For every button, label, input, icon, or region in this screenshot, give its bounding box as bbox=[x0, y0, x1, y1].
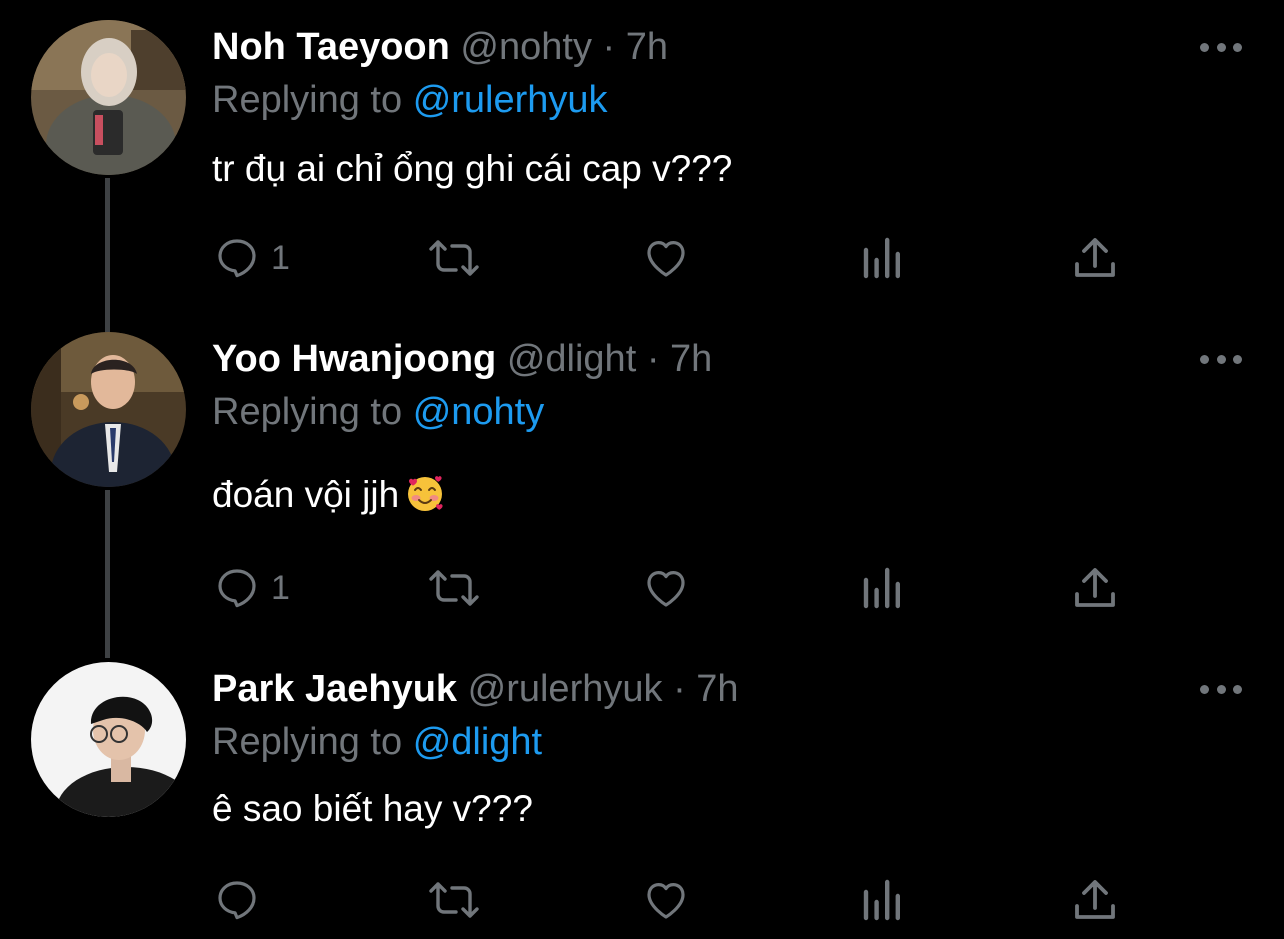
heart-icon bbox=[641, 564, 691, 612]
action-bar bbox=[0, 875, 1284, 925]
handle[interactable]: @rulerhyuk bbox=[468, 668, 663, 710]
handle[interactable]: @dlight bbox=[507, 338, 636, 380]
separator: · bbox=[646, 338, 660, 380]
retweet-button[interactable] bbox=[428, 233, 480, 283]
analytics-icon bbox=[860, 564, 904, 612]
replying-prefix: Replying to bbox=[212, 79, 403, 121]
replying-prefix: Replying to bbox=[212, 721, 403, 763]
analytics-icon bbox=[860, 876, 904, 924]
like-button[interactable] bbox=[641, 563, 691, 613]
analytics-button[interactable] bbox=[860, 563, 904, 613]
retweet-button[interactable] bbox=[428, 875, 480, 925]
reply-icon bbox=[213, 876, 261, 924]
replying-to: Replying to @dlight bbox=[212, 718, 542, 766]
replying-to: Replying to @rulerhyuk bbox=[212, 76, 608, 124]
tweet-header: Yoo Hwanjoong @dlight · 7h bbox=[212, 335, 712, 383]
mention-link[interactable]: @rulerhyuk bbox=[413, 79, 608, 121]
reply-icon bbox=[213, 234, 261, 282]
retweet-icon bbox=[428, 876, 480, 924]
display-name[interactable]: Park Jaehyuk bbox=[212, 668, 457, 710]
reply-count: 1 bbox=[271, 568, 290, 607]
share-icon bbox=[1073, 876, 1117, 924]
avatar[interactable] bbox=[31, 662, 186, 817]
timestamp[interactable]: 7h bbox=[670, 338, 712, 380]
analytics-button[interactable] bbox=[860, 233, 904, 283]
avatar[interactable] bbox=[31, 20, 186, 175]
retweet-icon bbox=[428, 564, 480, 612]
reply-button[interactable]: 1 bbox=[213, 233, 290, 283]
action-bar: 1 bbox=[0, 233, 1284, 283]
analytics-button[interactable] bbox=[860, 875, 904, 925]
action-bar: 1 bbox=[0, 563, 1284, 613]
share-icon bbox=[1073, 564, 1117, 612]
tweet-header: Park Jaehyuk @rulerhyuk · 7h bbox=[212, 665, 739, 713]
replying-prefix: Replying to bbox=[212, 391, 403, 433]
tweet[interactable]: Yoo Hwanjoong @dlight · 7h Replying to @… bbox=[0, 312, 1284, 652]
tweet[interactable]: Park Jaehyuk @rulerhyuk · 7h Replying to… bbox=[0, 642, 1284, 939]
avatar[interactable] bbox=[31, 332, 186, 487]
tweet-text-container: đoán vội jjh bbox=[212, 471, 445, 519]
share-button[interactable] bbox=[1073, 233, 1117, 283]
retweet-button[interactable] bbox=[428, 563, 480, 613]
share-button[interactable] bbox=[1073, 875, 1117, 925]
separator: · bbox=[602, 26, 616, 68]
mention-link[interactable]: @dlight bbox=[413, 721, 542, 763]
mention-link[interactable]: @nohty bbox=[413, 391, 545, 433]
tweet-text: tr đụ ai chỉ ổng ghi cái cap v??? bbox=[212, 148, 733, 189]
like-button[interactable] bbox=[641, 233, 691, 283]
share-button[interactable] bbox=[1073, 563, 1117, 613]
timestamp[interactable]: 7h bbox=[696, 668, 738, 710]
more-icon[interactable] bbox=[1200, 349, 1242, 369]
tweet-text: đoán vội jjh bbox=[212, 474, 400, 515]
display-name[interactable]: Noh Taeyoon bbox=[212, 26, 450, 68]
smiling-face-with-hearts-icon bbox=[405, 473, 445, 513]
handle[interactable]: @nohty bbox=[460, 26, 592, 68]
heart-icon bbox=[641, 876, 691, 924]
reply-count: 1 bbox=[271, 238, 290, 277]
tweet-text: ê sao biết hay v??? bbox=[212, 788, 533, 829]
display-name[interactable]: Yoo Hwanjoong bbox=[212, 338, 496, 380]
reply-button[interactable]: 1 bbox=[213, 563, 290, 613]
tweet[interactable]: Noh Taeyoon @nohty · 7h Replying to @rul… bbox=[0, 0, 1284, 320]
share-icon bbox=[1073, 234, 1117, 282]
tweet-header: Noh Taeyoon @nohty · 7h bbox=[212, 23, 668, 71]
more-icon[interactable] bbox=[1200, 679, 1242, 699]
reply-button[interactable] bbox=[213, 875, 271, 925]
analytics-icon bbox=[860, 234, 904, 282]
like-button[interactable] bbox=[641, 875, 691, 925]
more-icon[interactable] bbox=[1200, 37, 1242, 57]
retweet-icon bbox=[428, 234, 480, 282]
replying-to: Replying to @nohty bbox=[212, 388, 544, 436]
timestamp[interactable]: 7h bbox=[626, 26, 668, 68]
separator: · bbox=[673, 668, 686, 710]
heart-icon bbox=[641, 234, 691, 282]
reply-icon bbox=[213, 564, 261, 612]
